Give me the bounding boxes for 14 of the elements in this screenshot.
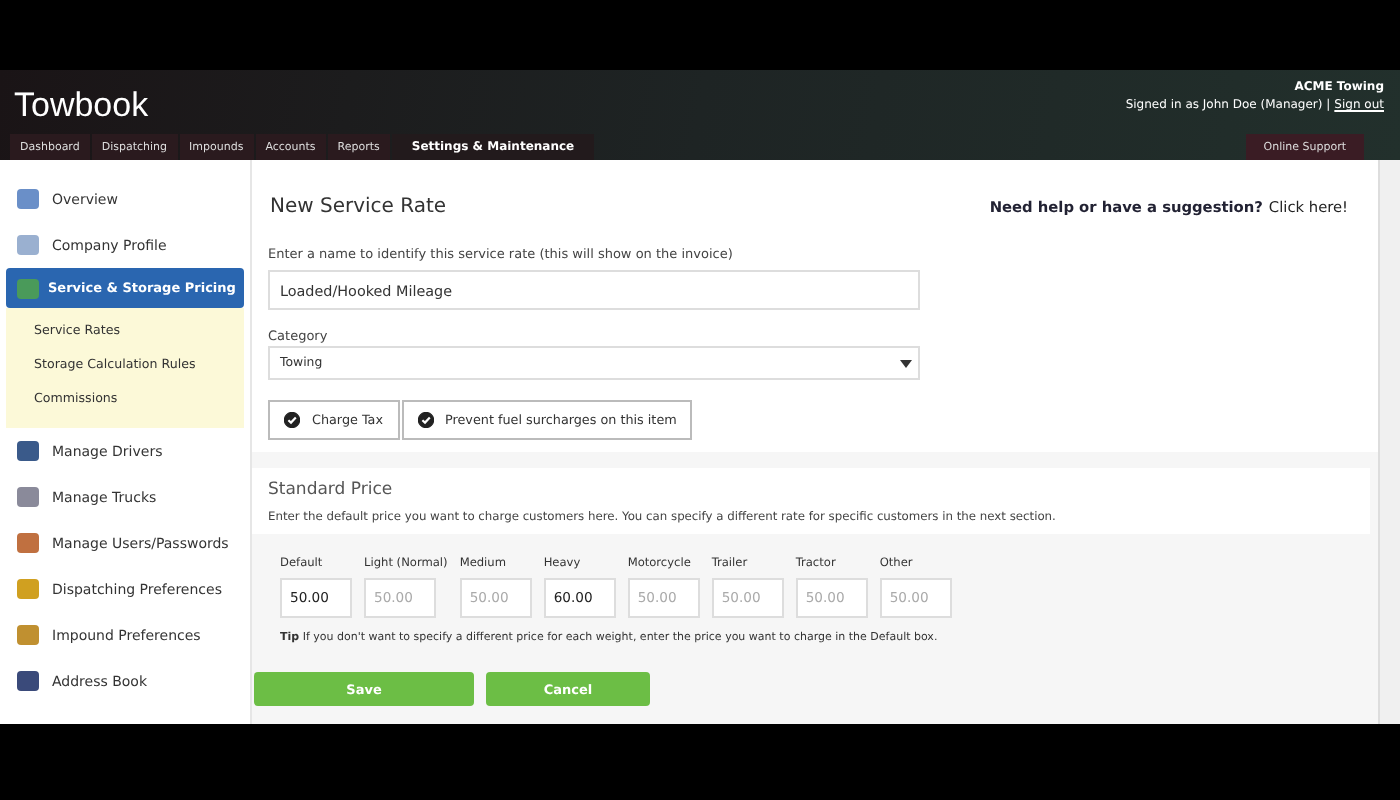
square-icon xyxy=(16,532,40,554)
square-icon xyxy=(16,188,40,210)
scrollbar[interactable] xyxy=(1378,160,1400,724)
app-title: Towbook xyxy=(14,86,149,128)
square-icon xyxy=(16,234,40,256)
square-icon xyxy=(16,277,40,299)
square-icon xyxy=(16,578,40,600)
square-icon xyxy=(16,624,40,646)
square-icon xyxy=(16,670,40,692)
caret-icon xyxy=(900,359,912,367)
section-title: Standard Price xyxy=(268,480,395,500)
square-icon xyxy=(16,440,40,462)
square-icon xyxy=(16,486,40,508)
page-title: New Service Rate xyxy=(270,195,447,217)
